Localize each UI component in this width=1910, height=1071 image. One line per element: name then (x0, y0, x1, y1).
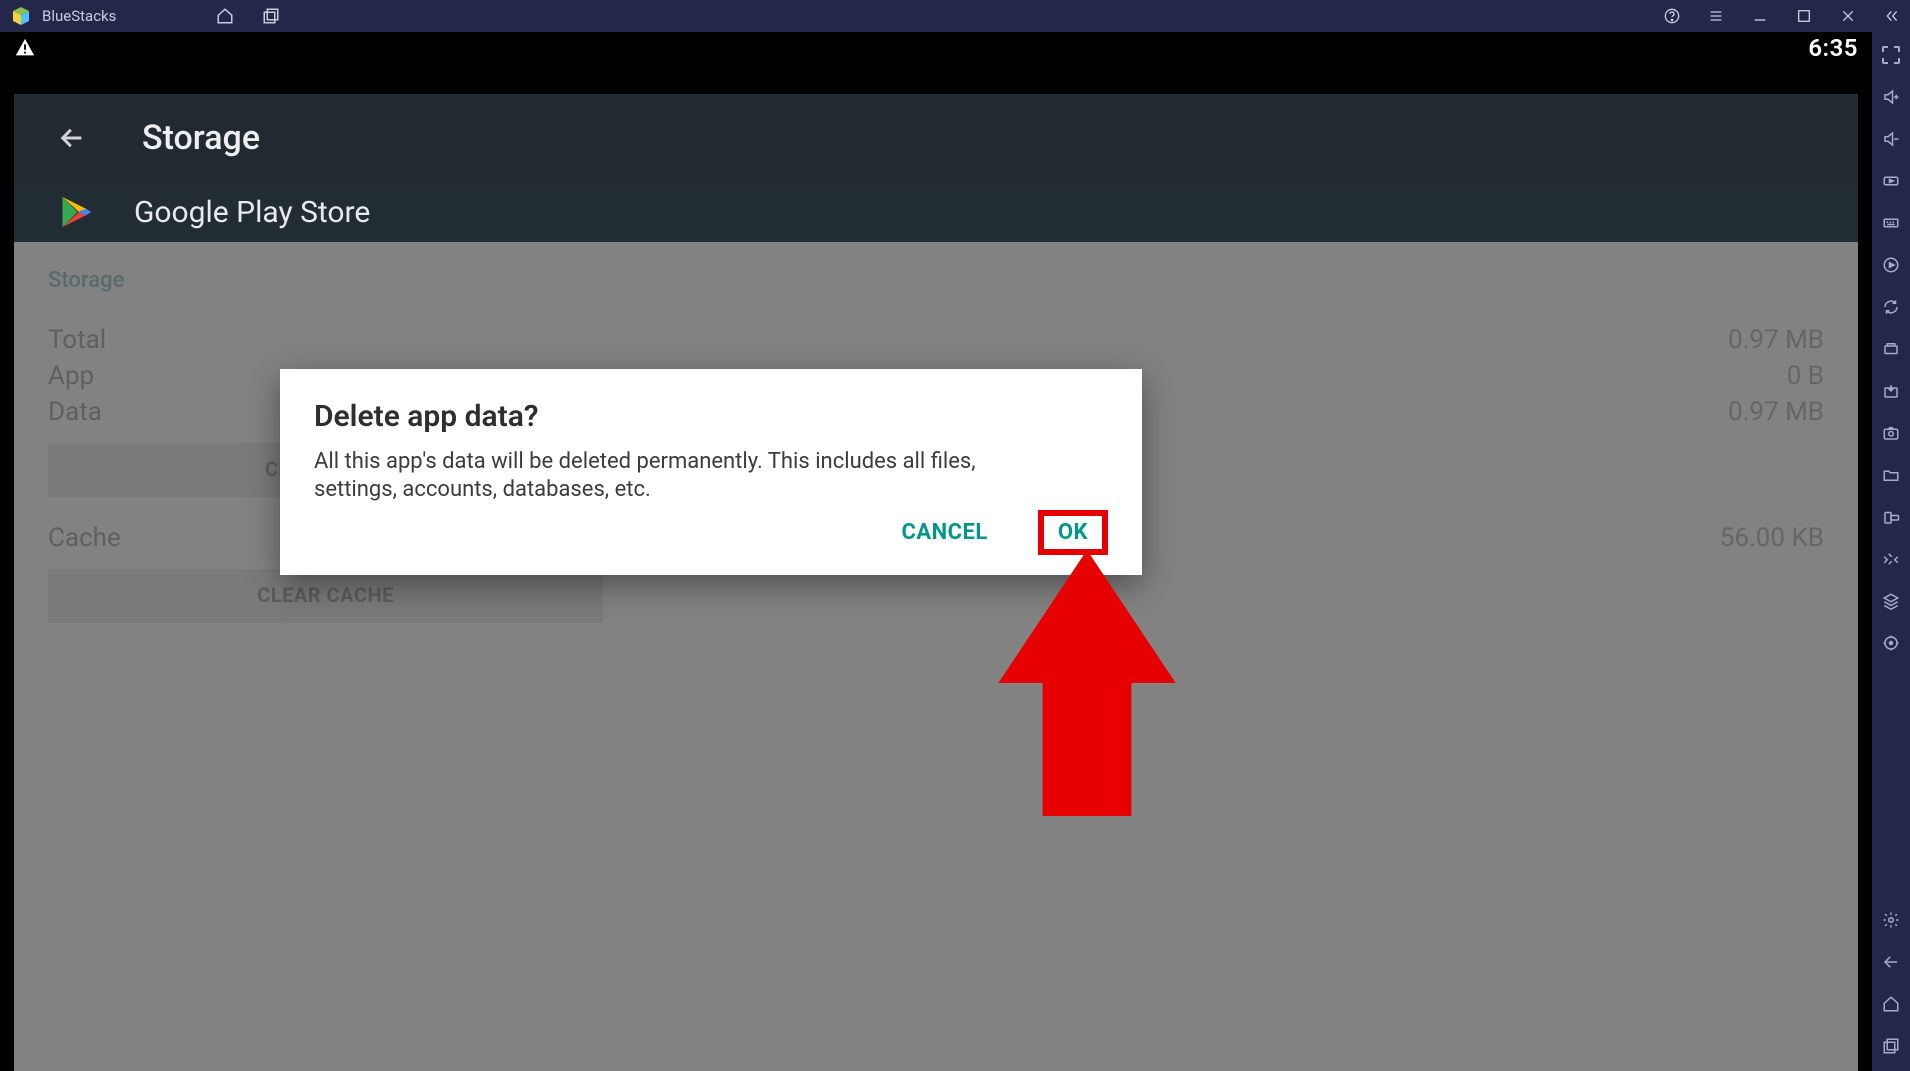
macro-icon[interactable] (1880, 338, 1902, 360)
volume-down-icon[interactable] (1880, 128, 1902, 150)
app-window: BlueStacks 6:35 (0, 0, 1910, 1071)
android-back-icon[interactable] (1880, 951, 1902, 973)
gear-icon[interactable] (1880, 909, 1902, 931)
dialog-title: Delete app data? (314, 399, 1108, 434)
titlebar: BlueStacks (0, 0, 1910, 32)
record-icon[interactable] (1880, 254, 1902, 276)
page-title: Storage (142, 118, 260, 158)
statusbar-clock: 6:35 (1808, 34, 1858, 62)
location-icon[interactable] (1880, 632, 1902, 654)
keymapping-icon[interactable] (1880, 170, 1902, 192)
collapse-sidebar-icon[interactable] (1884, 8, 1900, 24)
play-store-icon (58, 194, 94, 230)
bluestacks-logo-icon (10, 5, 32, 27)
menu-icon[interactable] (1708, 8, 1724, 24)
annotation-arrow-icon (998, 550, 1176, 816)
android-viewport: 6:35 Storage Google Play Store (0, 32, 1872, 1071)
screenshot-icon[interactable] (1880, 422, 1902, 444)
install-apk-icon[interactable] (1880, 380, 1902, 402)
delete-data-dialog: Delete app data? All this app's data wil… (280, 369, 1142, 575)
back-icon[interactable] (58, 124, 86, 152)
android-recents-icon[interactable] (1880, 1035, 1902, 1057)
minimize-icon[interactable] (1752, 8, 1768, 24)
side-toolbar (1872, 32, 1910, 1071)
warning-icon (14, 37, 36, 59)
media-folder-icon[interactable] (1880, 464, 1902, 486)
rotate-icon[interactable] (1880, 506, 1902, 528)
keyboard-icon[interactable] (1880, 212, 1902, 234)
android-statusbar: 6:35 (14, 32, 1858, 64)
fullscreen-icon[interactable] (1880, 44, 1902, 66)
storage-content: Storage Total 0.97 MB App 0 B Data 0.97 … (14, 242, 1858, 1071)
ok-button-annotation-box: OK (1038, 510, 1108, 555)
sync-icon[interactable] (1880, 296, 1902, 318)
home-icon[interactable] (216, 7, 234, 25)
modal-scrim (14, 242, 1858, 1071)
layers-icon[interactable] (1880, 590, 1902, 612)
multi-instance-icon[interactable] (262, 7, 280, 25)
app-name: Google Play Store (134, 195, 370, 230)
ok-button[interactable]: OK (1058, 520, 1088, 545)
volume-up-icon[interactable] (1880, 86, 1902, 108)
android-home-icon[interactable] (1880, 993, 1902, 1015)
app-identity-row: Google Play Store (14, 182, 1858, 242)
shake-icon[interactable] (1880, 548, 1902, 570)
maximize-icon[interactable] (1796, 8, 1812, 24)
cancel-button[interactable]: CANCEL (891, 514, 997, 551)
settings-header: Storage (14, 94, 1858, 182)
titlebar-product-name: BlueStacks (42, 7, 116, 25)
help-icon[interactable] (1664, 8, 1680, 24)
dialog-body: All this app's data will be deleted perm… (314, 448, 1054, 503)
close-icon[interactable] (1840, 8, 1856, 24)
